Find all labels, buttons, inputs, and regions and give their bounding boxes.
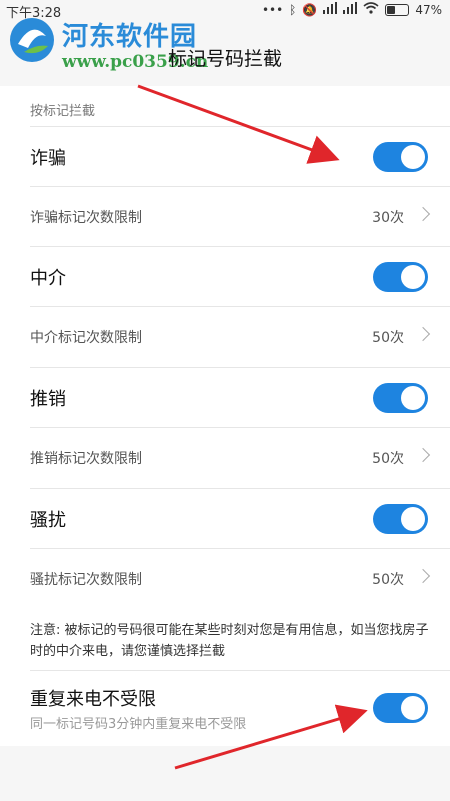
settings-card: 按标记拦截 诈骗 诈骗标记次数限制 30次 中介 中介标记次数限制 50次 推销… xyxy=(0,86,450,746)
toggle-knob xyxy=(401,265,425,289)
harassment-toggle[interactable] xyxy=(373,504,428,534)
limit-label: 中介标记次数限制 xyxy=(30,330,142,346)
status-icons: ••• ᛒ 🔕 47% xyxy=(262,2,442,17)
limit-label: 推销标记次数限制 xyxy=(30,451,142,467)
wifi-icon xyxy=(363,2,379,17)
mute-icon: 🔕 xyxy=(302,2,318,17)
limit-row-harassment[interactable]: 骚扰标记次数限制 50次 xyxy=(30,548,450,608)
chevron-right-icon xyxy=(415,326,431,342)
more-dots-icon: ••• xyxy=(261,2,284,17)
repeat-call-subtitle: 同一标记号码3分钟内重复来电不受限 xyxy=(30,717,247,732)
agency-toggle[interactable] xyxy=(373,262,428,292)
limit-row-sales[interactable]: 推销标记次数限制 50次 xyxy=(30,427,450,487)
limit-value: 50次 xyxy=(372,330,404,346)
battery-percent: 47% xyxy=(415,2,442,17)
category-row-agency[interactable]: 中介 xyxy=(30,246,450,306)
toggle-knob xyxy=(401,507,425,531)
section-label: 按标记拦截 xyxy=(30,104,96,119)
category-title: 骚扰 xyxy=(30,510,66,531)
battery-icon xyxy=(385,3,410,16)
page-title: 标记号码拦截 xyxy=(167,48,282,70)
repeat-call-title: 重复来电不受限 xyxy=(30,689,156,710)
limit-row-agency[interactable]: 中介标记次数限制 50次 xyxy=(30,306,450,366)
category-row-harassment[interactable]: 骚扰 xyxy=(30,488,450,548)
sales-toggle[interactable] xyxy=(373,383,428,413)
limit-label: 骚扰标记次数限制 xyxy=(30,572,142,588)
category-row-fraud[interactable]: 诈骗 xyxy=(30,126,450,186)
fraud-toggle[interactable] xyxy=(373,142,428,172)
category-title: 中介 xyxy=(30,268,66,289)
bluetooth-icon: ᛒ xyxy=(289,2,297,17)
repeat-call-toggle[interactable] xyxy=(373,693,428,723)
category-row-sales[interactable]: 推销 xyxy=(30,367,450,427)
chevron-right-icon xyxy=(415,568,431,584)
limit-value: 50次 xyxy=(372,451,404,467)
limit-value: 30次 xyxy=(372,210,404,226)
toggle-knob xyxy=(401,386,425,410)
repeat-call-row[interactable]: 重复来电不受限 同一标记号码3分钟内重复来电不受限 xyxy=(30,670,450,746)
warning-note: 注意: 被标记的号码很可能在某些时刻对您是有用信息，如当您找房子时的中介来电，请… xyxy=(30,623,429,659)
limit-row-fraud[interactable]: 诈骗标记次数限制 30次 xyxy=(30,186,450,246)
category-title: 诈骗 xyxy=(30,148,66,169)
chevron-right-icon xyxy=(415,447,431,463)
signal-icon-2 xyxy=(343,2,358,17)
toggle-knob xyxy=(401,696,425,720)
limit-value: 50次 xyxy=(372,572,404,588)
toggle-knob xyxy=(401,145,425,169)
limit-label: 诈骗标记次数限制 xyxy=(30,210,142,226)
signal-icon xyxy=(323,2,338,17)
chevron-right-icon xyxy=(415,206,431,222)
category-title: 推销 xyxy=(30,389,66,410)
